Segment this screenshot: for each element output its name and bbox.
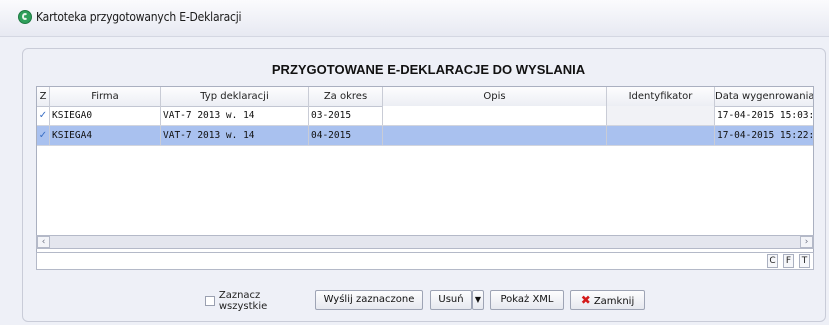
scroll-right-icon[interactable]: › [800, 236, 813, 248]
delete-label: Usuń [438, 294, 464, 305]
cell-identyfikator [607, 126, 715, 145]
cell-typ: VAT-7 2013 w. 14 [161, 126, 309, 145]
delete-button[interactable]: Usuń [430, 290, 472, 310]
cell-okres: 04-2015 [309, 126, 383, 145]
column-header-data[interactable]: Data wygenrowania [715, 87, 813, 106]
table-row[interactable]: ✓ KSIEGA4 VAT-7 2013 w. 14 04-2015 17-04… [37, 126, 813, 146]
table-row[interactable]: ✓ KSIEGA0 VAT-7 2013 w. 14 03-2015 17-04… [37, 106, 813, 126]
window-title: Kartoteka przygotowanych E-Deklaracji [36, 10, 242, 24]
column-header-okres[interactable]: Za okres [309, 87, 383, 106]
scroll-left-icon[interactable]: ‹ [37, 236, 50, 248]
close-label: Zamknij [593, 296, 635, 307]
select-all-toggle[interactable]: Zaznacz wszystkie [205, 290, 310, 312]
column-header-opis[interactable]: Opis [383, 87, 607, 106]
cell-opis [383, 126, 607, 145]
close-x-icon: ✖ [580, 293, 591, 307]
cell-okres: 03-2015 [309, 106, 383, 125]
column-header-z[interactable]: Z [37, 87, 50, 106]
f-button[interactable]: F [783, 254, 794, 268]
column-header-identyfikator[interactable]: Identyfikator [607, 87, 715, 106]
dropdown-arrow-icon: ▼ [474, 295, 482, 304]
select-all-label: Zaznacz wszystkie [218, 290, 268, 312]
app-logo-icon [18, 10, 32, 24]
select-all-checkbox[interactable] [205, 296, 215, 306]
cell-data: 17-04-2015 15:03:3 [717, 110, 813, 121]
delete-dropdown-button[interactable]: ▼ [472, 290, 484, 310]
cell-opis [383, 106, 607, 125]
column-header-firma[interactable]: Firma [50, 87, 161, 106]
cell-data: 17-04-2015 15:22:5 [717, 130, 813, 141]
column-header-typ[interactable]: Typ deklaracji [161, 87, 309, 106]
send-selected-label: Wyślij zaznaczone [323, 294, 415, 305]
page-title: PRZYGOTOWANE E-DEKLARACJE DO WYSLANIA [271, 62, 586, 77]
cell-typ: VAT-7 2013 w. 14 [161, 106, 309, 125]
window: Kartoteka przygotowanych E-Deklaracji PR… [0, 0, 829, 325]
c-button[interactable]: C [767, 254, 778, 268]
table-footer-bar: C F T [36, 252, 814, 270]
table-header: Z Firma Typ deklaracji Za okres Opis Ide… [37, 87, 813, 107]
horizontal-scrollbar[interactable]: ‹ › [36, 235, 814, 249]
send-selected-button[interactable]: Wyślij zaznaczone [315, 290, 423, 310]
row-checkbox[interactable]: ✓ [37, 106, 50, 125]
title-bar: Kartoteka przygotowanych E-Deklaracji [0, 0, 829, 37]
t-button[interactable]: T [799, 254, 810, 268]
cell-firma: KSIEGA4 [50, 126, 161, 145]
show-xml-label: Pokaż XML [500, 294, 554, 305]
show-xml-button[interactable]: Pokaż XML [490, 290, 564, 310]
close-button[interactable]: ✖ Zamknij [570, 290, 645, 310]
declarations-table: Z Firma Typ deklaracji Za okres Opis Ide… [36, 86, 814, 256]
cell-firma: KSIEGA0 [50, 106, 161, 125]
cell-identyfikator [607, 106, 715, 125]
row-checkbox[interactable]: ✓ [37, 126, 50, 145]
